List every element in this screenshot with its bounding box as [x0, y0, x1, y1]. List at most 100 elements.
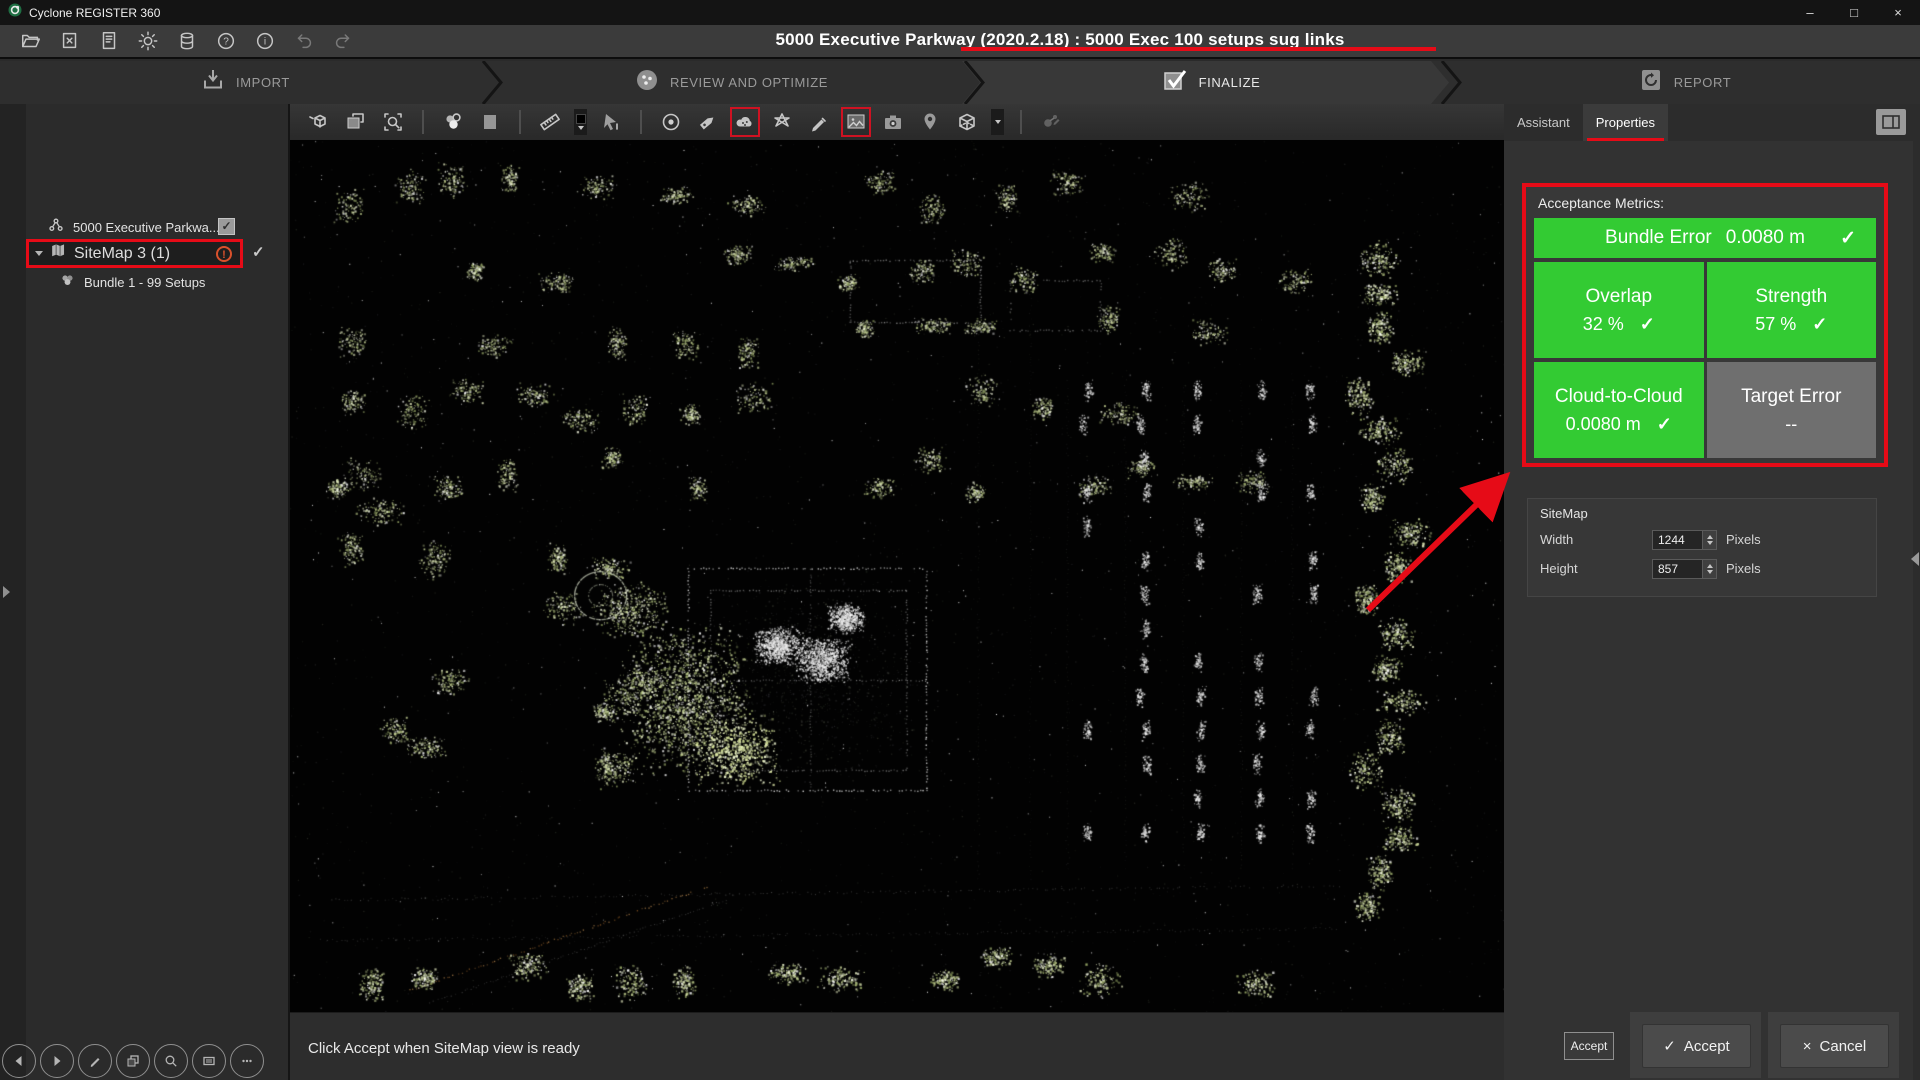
title-red-underline-annotation — [961, 47, 1436, 51]
keyboard-panel-button[interactable] — [192, 1044, 226, 1078]
viewer-status-bar: Click Accept when SiteMap view is ready — [290, 1012, 1504, 1080]
project-node-icon — [46, 216, 66, 239]
check-icon: ✓ — [1657, 414, 1672, 435]
tab-finalize[interactable]: FINALIZE — [972, 61, 1449, 104]
chevron-down-icon — [1707, 541, 1713, 545]
expand-caret-icon[interactable] — [35, 251, 43, 256]
tag-icon[interactable] — [695, 109, 721, 135]
zoom-search-button[interactable] — [154, 1044, 188, 1078]
extract-view-icon[interactable] — [306, 109, 332, 135]
accept-small-button[interactable]: Accept — [1564, 1032, 1614, 1060]
duplicate-frame-icon[interactable] — [343, 109, 369, 135]
strength-metric: Strength 57 %✓ — [1707, 262, 1877, 358]
layout-window-icon[interactable] — [1876, 109, 1906, 135]
tree-item-sitemap-highlighted[interactable]: SiteMap 3 (1) ! — [26, 239, 243, 268]
acceptance-metrics-highlight: Acceptance Metrics: Bundle Error 0.0080 … — [1522, 183, 1888, 467]
check-icon: ✓ — [1840, 227, 1856, 250]
color-swatch — [576, 114, 586, 124]
right-panel-tabs: Assistant Properties — [1504, 104, 1920, 141]
tree-item-bundle[interactable]: Bundle 1 - 99 Setups — [58, 271, 205, 293]
mesh-links-icon[interactable] — [769, 109, 795, 135]
previous-button[interactable] — [2, 1044, 36, 1078]
measure-style-dropdown[interactable] — [574, 109, 587, 135]
sitemap-check-icon: ✓ — [252, 243, 265, 261]
maximize-button[interactable]: □ — [1832, 0, 1876, 25]
tree-item-project[interactable]: 5000 Executive Parkwa... — [46, 216, 220, 239]
x-icon: × — [1803, 1038, 1812, 1055]
help-icon[interactable]: ? — [215, 30, 237, 52]
settings-gear-icon[interactable] — [137, 30, 159, 52]
chevron-down-icon — [995, 120, 1001, 124]
target-icon[interactable] — [658, 109, 684, 135]
height-stepper[interactable] — [1702, 559, 1717, 579]
project-tree-panel: 5000 Executive Parkwa... ✓ SiteMap 3 (1)… — [0, 104, 290, 1080]
cube-view-icon[interactable] — [954, 109, 980, 135]
point-cloud-icon[interactable] — [732, 109, 758, 135]
camera-icon[interactable] — [880, 109, 906, 135]
tab-review-and-optimize[interactable]: REVIEW AND OPTIMIZE — [490, 61, 972, 104]
sitemap-properties-group: SiteMap Width Pixels Height Pixels — [1527, 498, 1877, 597]
edit-pencil-button[interactable] — [78, 1044, 112, 1078]
fill-region-icon[interactable] — [477, 109, 503, 135]
report-doc-icon[interactable] — [98, 30, 120, 52]
undo-icon[interactable] — [293, 30, 315, 52]
image-icon[interactable] — [843, 109, 869, 135]
check-icon: ✓ — [1640, 314, 1655, 335]
point-cloud-viewport[interactable] — [290, 140, 1504, 1012]
cube-view-dropdown[interactable] — [991, 109, 1004, 135]
import-icon — [200, 67, 226, 98]
tab-assistant[interactable]: Assistant — [1504, 104, 1583, 141]
report-icon — [1638, 67, 1664, 98]
close-button[interactable]: × — [1876, 0, 1920, 25]
overlap-metric: Overlap 32 %✓ — [1534, 262, 1704, 358]
cloud-to-cloud-metric: Cloud-to-Cloud 0.0080 m✓ — [1534, 362, 1704, 458]
panel-collapse-handle-icon[interactable] — [1911, 552, 1919, 566]
width-stepper[interactable] — [1702, 530, 1717, 550]
cancel-button[interactable]: × Cancel — [1780, 1024, 1889, 1068]
tab-report[interactable]: REPORT — [1449, 61, 1920, 104]
database-icon[interactable] — [176, 30, 198, 52]
toolbar-separator — [422, 110, 424, 134]
project-visibility-checkbox[interactable]: ✓ — [218, 218, 235, 235]
app-window: Cyclone REGISTER 360 – □ × ? i 5000 Exec… — [0, 0, 1920, 1080]
panel-expand-handle-icon[interactable] — [3, 586, 10, 598]
review-optimize-icon — [634, 67, 660, 98]
width-input[interactable] — [1652, 530, 1706, 550]
status-message: Click Accept when SiteMap view is ready — [308, 1040, 580, 1057]
height-input[interactable] — [1652, 559, 1706, 579]
duplicate-button[interactable] — [116, 1044, 150, 1078]
chevron-up-icon — [1707, 535, 1713, 539]
sitemap-icon — [49, 242, 68, 266]
check-icon: ✓ — [1812, 314, 1827, 335]
accept-button[interactable]: ✓ Accept — [1642, 1024, 1751, 1068]
edit-link-icon[interactable] — [1038, 109, 1064, 135]
zoom-window-icon[interactable] — [380, 109, 406, 135]
check-icon: ✓ — [1663, 1037, 1676, 1055]
bundle-icon — [58, 271, 77, 293]
width-label: Width — [1540, 532, 1573, 547]
more-options-button[interactable] — [230, 1044, 264, 1078]
close-project-icon[interactable] — [59, 30, 81, 52]
next-button[interactable] — [40, 1044, 74, 1078]
tab-properties[interactable]: Properties — [1583, 104, 1668, 141]
tab-import[interactable]: IMPORT — [0, 61, 490, 104]
chevron-up-icon — [1707, 564, 1713, 568]
select-cursor-icon[interactable] — [598, 109, 624, 135]
height-unit: Pixels — [1726, 561, 1761, 576]
info-icon[interactable]: i — [254, 30, 276, 52]
draw-link-icon[interactable] — [806, 109, 832, 135]
viewer-toolbar — [290, 104, 1504, 140]
open-project-icon[interactable] — [20, 30, 42, 52]
svg-text:?: ? — [223, 37, 229, 48]
sitemap-group-title: SiteMap — [1540, 506, 1588, 521]
redo-icon[interactable] — [332, 30, 354, 52]
measure-ruler-icon[interactable] — [537, 109, 563, 135]
svg-text:i: i — [264, 37, 266, 48]
minimize-button[interactable]: – — [1788, 0, 1832, 25]
properties-panel: Assistant Properties Acceptance Metrics:… — [1504, 104, 1920, 1080]
chevron-down-icon — [1707, 570, 1713, 574]
chevron-down-icon — [578, 126, 584, 130]
location-pin-icon[interactable] — [917, 109, 943, 135]
height-label: Height — [1540, 561, 1578, 576]
merge-clouds-icon[interactable] — [440, 109, 466, 135]
